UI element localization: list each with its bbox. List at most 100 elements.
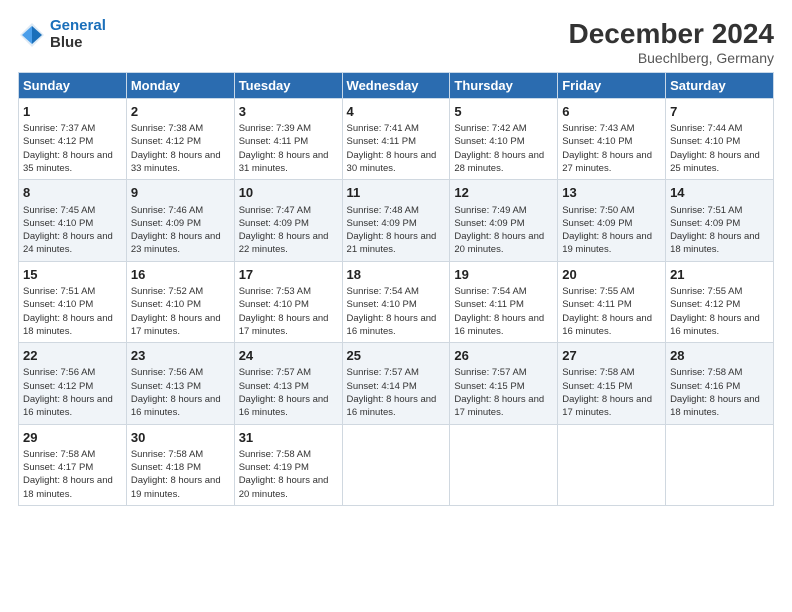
calendar-cell: 7Sunrise: 7:44 AMSunset: 4:10 PMDaylight… <box>666 99 774 180</box>
sunset-text: Sunset: 4:10 PM <box>239 299 309 310</box>
calendar-cell: 31Sunrise: 7:58 AMSunset: 4:19 PMDayligh… <box>234 424 342 505</box>
sunset-text: Sunset: 4:16 PM <box>670 381 740 392</box>
sunset-text: Sunset: 4:10 PM <box>347 299 417 310</box>
day-number: 18 <box>347 266 446 284</box>
day-number: 15 <box>23 266 122 284</box>
day-header-friday: Friday <box>558 73 666 99</box>
calendar-cell: 13 Sunrise: 7:50 AM Sunset: 4:09 PM Dayligh… <box>558 180 666 261</box>
sunrise-text: Sunrise: 7:54 AM <box>347 286 419 297</box>
sunrise-text: Sunrise: 7:57 AM <box>454 367 526 378</box>
sunset-text: Sunset: 4:09 PM <box>131 218 201 229</box>
week-row-1: 1Sunrise: 7:37 AMSunset: 4:12 PMDaylight… <box>19 99 774 180</box>
sunset-text: Sunset: 4:10 PM <box>562 136 632 147</box>
daylight-text: Daylight: 8 hours and 16 minutes. <box>23 394 113 418</box>
daylight-text: Daylight: 8 hours and 25 minutes. <box>670 150 760 174</box>
day-header-monday: Monday <box>126 73 234 99</box>
sunset-text: Sunset: 4:12 PM <box>23 381 93 392</box>
logo-icon <box>18 21 46 49</box>
daylight-text: Daylight: 8 hours and 23 minutes. <box>131 231 221 255</box>
day-header-sunday: Sunday <box>19 73 127 99</box>
day-header-saturday: Saturday <box>666 73 774 99</box>
sunrise-text: Sunrise: 7:49 AM <box>454 205 526 216</box>
day-number: 25 <box>347 347 446 365</box>
sunset-text: Sunset: 4:09 PM <box>670 218 740 229</box>
sunset-text: Sunset: 4:17 PM <box>23 462 93 473</box>
sunrise-text: Sunrise: 7:47 AM <box>239 205 311 216</box>
daylight-text: Daylight: 8 hours and 19 minutes. <box>562 231 652 255</box>
sunrise-text: Sunrise: 7:41 AM <box>347 123 419 134</box>
day-number: 21 <box>670 266 769 284</box>
day-number: 2 <box>131 103 230 121</box>
day-number: 13 <box>562 184 661 202</box>
calendar-cell: 26Sunrise: 7:57 AMSunset: 4:15 PMDayligh… <box>450 343 558 424</box>
sunrise-text: Sunrise: 7:42 AM <box>454 123 526 134</box>
daylight-text: Daylight: 8 hours and 31 minutes. <box>239 150 329 174</box>
calendar-cell: 19Sunrise: 7:54 AMSunset: 4:11 PMDayligh… <box>450 261 558 342</box>
logo-text: General Blue <box>50 18 106 51</box>
day-number: 17 <box>239 266 338 284</box>
daylight-text: Daylight: 8 hours and 16 minutes. <box>562 313 652 337</box>
sunrise-text: Sunrise: 7:50 AM <box>562 205 634 216</box>
sunrise-text: Sunrise: 7:58 AM <box>670 367 742 378</box>
calendar-cell <box>342 424 450 505</box>
daylight-text: Daylight: 8 hours and 17 minutes. <box>239 313 329 337</box>
daylight-text: Daylight: 8 hours and 21 minutes. <box>347 231 437 255</box>
week-row-5: 29Sunrise: 7:58 AMSunset: 4:17 PMDayligh… <box>19 424 774 505</box>
sunset-text: Sunset: 4:18 PM <box>131 462 201 473</box>
daylight-text: Daylight: 8 hours and 33 minutes. <box>131 150 221 174</box>
day-number: 16 <box>131 266 230 284</box>
sunset-text: Sunset: 4:11 PM <box>239 136 309 147</box>
sunset-text: Sunset: 4:11 PM <box>562 299 632 310</box>
calendar-cell: 30Sunrise: 7:58 AMSunset: 4:18 PMDayligh… <box>126 424 234 505</box>
sunrise-text: Sunrise: 7:58 AM <box>562 367 634 378</box>
sunrise-text: Sunrise: 7:38 AM <box>131 123 203 134</box>
sunrise-text: Sunrise: 7:37 AM <box>23 123 95 134</box>
calendar-cell: 11Sunrise: 7:48 AMSunset: 4:09 PMDayligh… <box>342 180 450 261</box>
logo: General Blue <box>18 18 106 51</box>
day-number: 12 <box>454 184 553 202</box>
daylight-text: Daylight: 8 hours and 16 minutes. <box>454 313 544 337</box>
daylight-text: Daylight: 8 hours and 16 minutes. <box>239 394 329 418</box>
main-title: December 2024 <box>569 18 774 50</box>
sunrise-text: Sunrise: 7:52 AM <box>131 286 203 297</box>
day-number: 8 <box>23 184 122 202</box>
day-number: 26 <box>454 347 553 365</box>
calendar-cell: 15Sunrise: 7:51 AMSunset: 4:10 PMDayligh… <box>19 261 127 342</box>
daylight-text: Daylight: 8 hours and 30 minutes. <box>347 150 437 174</box>
sunset-text: Sunset: 4:13 PM <box>239 381 309 392</box>
sunrise-text: Sunrise: 7:56 AM <box>131 367 203 378</box>
calendar-cell: 2Sunrise: 7:38 AMSunset: 4:12 PMDaylight… <box>126 99 234 180</box>
sunrise-text: Sunrise: 7:43 AM <box>562 123 634 134</box>
sunrise-text: Sunrise: 7:57 AM <box>239 367 311 378</box>
sunset-text: Sunset: 4:09 PM <box>347 218 417 229</box>
sunset-text: Sunset: 4:10 PM <box>23 299 93 310</box>
sunset-text: Sunset: 4:10 PM <box>454 136 524 147</box>
calendar-cell: 4Sunrise: 7:41 AMSunset: 4:11 PMDaylight… <box>342 99 450 180</box>
sunrise-text: Sunrise: 7:53 AM <box>239 286 311 297</box>
calendar-cell: 27Sunrise: 7:58 AMSunset: 4:15 PMDayligh… <box>558 343 666 424</box>
sunset-text: Sunset: 4:13 PM <box>131 381 201 392</box>
day-number: 30 <box>131 429 230 447</box>
sunrise-text: Sunrise: 7:39 AM <box>239 123 311 134</box>
daylight-text: Daylight: 8 hours and 18 minutes. <box>670 231 760 255</box>
sunset-text: Sunset: 4:14 PM <box>347 381 417 392</box>
daylight-text: Daylight: 8 hours and 24 minutes. <box>23 231 113 255</box>
sunrise-text: Sunrise: 7:55 AM <box>562 286 634 297</box>
calendar-cell: 29Sunrise: 7:58 AMSunset: 4:17 PMDayligh… <box>19 424 127 505</box>
daylight-text: Daylight: 8 hours and 27 minutes. <box>562 150 652 174</box>
day-number: 20 <box>562 266 661 284</box>
day-number: 9 <box>131 184 230 202</box>
daylight-text: Daylight: 8 hours and 18 minutes. <box>23 475 113 499</box>
sunrise-text: Sunrise: 7:55 AM <box>670 286 742 297</box>
day-number: 29 <box>23 429 122 447</box>
day-number: 23 <box>131 347 230 365</box>
sunset-text: Sunset: 4:09 PM <box>562 218 632 229</box>
calendar-cell: 14Sunrise: 7:51 AMSunset: 4:09 PMDayligh… <box>666 180 774 261</box>
calendar-cell: 25Sunrise: 7:57 AMSunset: 4:14 PMDayligh… <box>342 343 450 424</box>
day-number: 31 <box>239 429 338 447</box>
day-number: 1 <box>23 103 122 121</box>
day-number: 6 <box>562 103 661 121</box>
calendar-cell <box>558 424 666 505</box>
day-header-tuesday: Tuesday <box>234 73 342 99</box>
sunset-text: Sunset: 4:12 PM <box>670 299 740 310</box>
